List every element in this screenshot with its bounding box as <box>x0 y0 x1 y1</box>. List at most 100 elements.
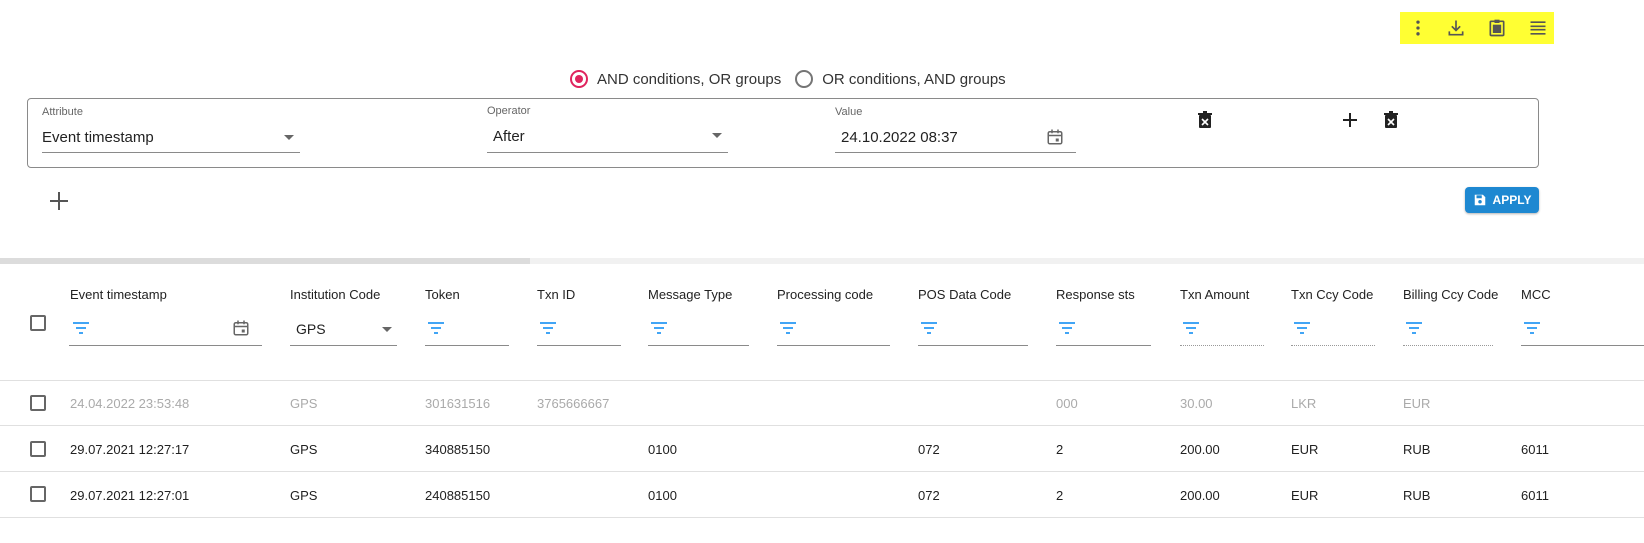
cell-txn-amount: 30.00 <box>1180 396 1213 411</box>
radio-and-conditions[interactable] <box>570 70 588 88</box>
apply-button[interactable]: APPLY <box>1465 187 1539 213</box>
add-condition-icon[interactable] <box>1340 110 1360 130</box>
filter-icon[interactable] <box>779 321 797 335</box>
filter-icon[interactable] <box>920 321 938 335</box>
cell-event-timestamp: 29.07.2021 12:27:17 <box>70 442 190 457</box>
clipboard-icon[interactable] <box>1479 12 1515 44</box>
filter-underline <box>1291 345 1375 346</box>
column-header-response-sts[interactable]: Response sts <box>1056 287 1135 302</box>
filter-icon[interactable] <box>1058 321 1076 335</box>
calendar-icon[interactable] <box>232 319 250 337</box>
column-header-billing-ccy-code[interactable]: Billing Ccy Code <box>1403 287 1498 302</box>
cell-token: 340885150 <box>425 442 491 457</box>
column-header-token[interactable]: Token <box>425 287 460 302</box>
row-divider <box>0 471 1644 472</box>
save-icon <box>1474 194 1485 206</box>
row-divider <box>0 380 1644 381</box>
cell-response-sts: 000 <box>1056 396 1078 411</box>
chevron-down-icon[interactable] <box>284 135 294 140</box>
attribute-label: Attribute <box>42 106 83 118</box>
column-header-pos-data-code[interactable]: POS Data Code <box>918 287 1011 302</box>
row-divider <box>0 517 1644 518</box>
cell-txn-amount: 200.00 <box>1180 442 1220 457</box>
filter-underline <box>537 345 621 346</box>
column-header-event-timestamp[interactable]: Event timestamp <box>70 287 167 302</box>
filter-underline <box>425 345 509 346</box>
cell-billing-ccy-code: RUB <box>1403 442 1431 457</box>
filter-underline <box>69 345 262 346</box>
value-input[interactable]: 24.10.2022 08:37 <box>841 129 958 146</box>
cell-event-timestamp: 29.07.2021 12:27:01 <box>70 488 190 503</box>
select-all-checkbox[interactable] <box>30 315 46 331</box>
filter-icon[interactable] <box>539 321 557 335</box>
cell-response-sts: 2 <box>1056 442 1064 457</box>
cell-message-type: 0100 <box>648 442 677 457</box>
filter-underline <box>1403 345 1493 346</box>
column-header-txn-ccy-code[interactable]: Txn Ccy Code <box>1291 287 1373 302</box>
radio-or-label: OR conditions, AND groups <box>822 70 1006 88</box>
condition-group: Attribute Event timestamp Operator After… <box>27 98 1539 168</box>
radio-and-label: AND conditions, OR groups <box>597 70 782 88</box>
delete-condition-icon[interactable] <box>1195 110 1215 130</box>
filter-underline <box>290 345 397 346</box>
column-header-processing-code[interactable]: Processing code <box>777 287 873 302</box>
cell-token: 301631516 <box>425 396 491 411</box>
filter-icon[interactable] <box>72 321 90 335</box>
operator-select[interactable]: After <box>493 128 525 145</box>
cell-mcc: 6011 <box>1521 488 1549 503</box>
cell-institution-code: GPS <box>290 488 318 503</box>
column-header-institution-code[interactable]: Institution Code <box>290 287 380 302</box>
institution-filter-select[interactable]: GPS <box>296 321 326 337</box>
chevron-down-icon[interactable] <box>712 133 722 138</box>
cell-pos-data-code: 072 <box>918 442 940 457</box>
cell-txn-ccy-code: EUR <box>1291 442 1319 457</box>
menu-lines-icon[interactable] <box>1520 12 1556 44</box>
column-header-mcc[interactable]: MCC <box>1521 287 1551 302</box>
row-divider <box>0 425 1644 426</box>
attribute-select[interactable]: Event timestamp <box>42 129 154 146</box>
attribute-underline <box>42 152 300 153</box>
filter-underline <box>1180 345 1264 346</box>
filter-icon[interactable] <box>1523 321 1541 335</box>
scrollbar-thumb[interactable] <box>0 258 530 264</box>
column-header-txn-id[interactable]: Txn ID <box>537 287 575 302</box>
cell-response-sts: 2 <box>1056 488 1064 503</box>
cell-institution-code: GPS <box>290 442 318 457</box>
cell-txn-ccy-code: LKR <box>1291 396 1317 411</box>
row-checkbox[interactable] <box>30 486 46 502</box>
column-header-message-type[interactable]: Message Type <box>648 287 732 302</box>
filter-underline <box>918 345 1028 346</box>
operator-underline <box>487 152 728 153</box>
radio-or-conditions[interactable] <box>795 70 814 88</box>
chevron-down-icon[interactable] <box>382 327 392 332</box>
filter-icon[interactable] <box>1405 321 1423 335</box>
filter-icon[interactable] <box>1293 321 1311 335</box>
add-group-icon[interactable] <box>47 189 71 213</box>
cell-txn-id: 3765666667 <box>537 396 610 411</box>
cell-txn-amount: 200.00 <box>1180 488 1220 503</box>
more-vert-icon[interactable] <box>1400 12 1436 44</box>
toolbar <box>1400 12 1554 44</box>
cell-token: 240885150 <box>425 488 491 503</box>
value-underline <box>835 152 1076 153</box>
calendar-icon[interactable] <box>1044 126 1066 148</box>
filter-underline <box>777 345 890 346</box>
logic-radio-group: AND conditions, OR groups OR conditions,… <box>570 68 1006 90</box>
cell-txn-ccy-code: EUR <box>1291 488 1319 503</box>
cell-mcc: 6011 <box>1521 442 1549 457</box>
filter-icon[interactable] <box>1182 321 1200 335</box>
value-label: Value <box>835 106 863 118</box>
row-checkbox[interactable] <box>30 395 46 411</box>
apply-label: APPLY <box>1492 193 1532 207</box>
filter-underline <box>1056 345 1151 346</box>
filter-icon[interactable] <box>427 321 445 335</box>
filter-underline <box>648 345 749 346</box>
row-checkbox[interactable] <box>30 441 46 457</box>
cell-message-type: 0100 <box>648 488 677 503</box>
column-header-txn-amount[interactable]: Txn Amount <box>1180 287 1249 302</box>
download-icon[interactable] <box>1438 12 1474 44</box>
delete-group-icon[interactable] <box>1381 110 1401 130</box>
filter-icon[interactable] <box>650 321 668 335</box>
cell-institution-code: GPS <box>290 396 318 411</box>
operator-label: Operator <box>487 105 531 117</box>
